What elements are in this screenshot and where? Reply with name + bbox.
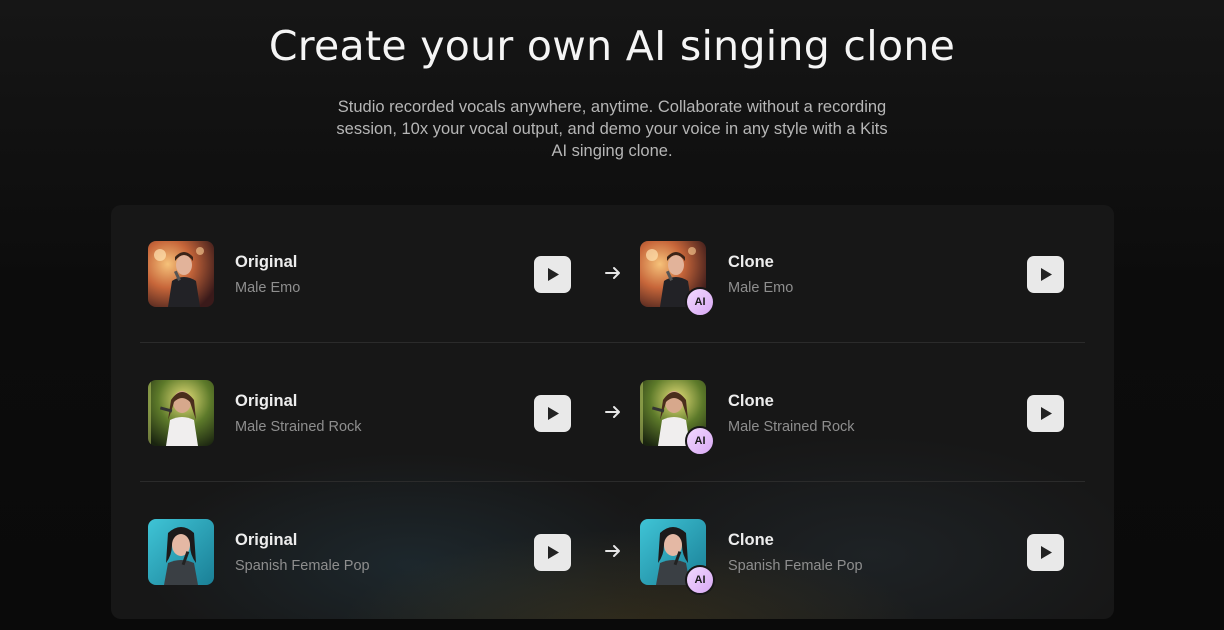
clone-title: Clone — [728, 253, 774, 271]
original-title: Original — [235, 392, 298, 410]
play-icon — [1041, 546, 1052, 559]
clone-play-button[interactable] — [1027, 534, 1064, 571]
comparison-row-spanish-female-pop: Original Spanish Female Pop AI Clone Spa… — [111, 483, 1114, 619]
clone-play-button[interactable] — [1027, 256, 1064, 293]
clone-title: Clone — [728, 531, 774, 549]
clone-style: Male Emo — [728, 280, 794, 296]
clone-title: Clone — [728, 392, 774, 410]
clone-style: Spanish Female Pop — [728, 558, 863, 574]
play-icon — [548, 407, 559, 420]
play-icon — [548, 268, 559, 281]
play-icon — [548, 546, 559, 559]
original-title: Original — [235, 253, 298, 271]
original-style: Male Strained Rock — [235, 419, 362, 435]
original-label: Original Male Emo — [235, 253, 300, 296]
original-style: Spanish Female Pop — [235, 558, 370, 574]
page: Create your own AI singing clone Studio … — [0, 0, 1224, 630]
row-divider — [140, 342, 1085, 343]
page-title: Create your own AI singing clone — [268, 22, 956, 70]
original-play-button[interactable] — [534, 395, 571, 432]
clone-label: Clone Spanish Female Pop — [728, 531, 863, 574]
original-thumbnail — [148, 380, 214, 446]
original-style: Male Emo — [235, 280, 301, 296]
ai-badge: AI — [685, 565, 715, 595]
row-divider — [140, 481, 1085, 482]
ai-badge: AI — [685, 426, 715, 456]
original-label: Original Male Strained Rock — [235, 392, 362, 435]
arrow-right-icon — [605, 545, 620, 557]
original-play-button[interactable] — [534, 256, 571, 293]
comparison-card: Original Male Emo AI Clone Male Emo Orig… — [111, 205, 1114, 619]
comparison-row-male-strained-rock: Original Male Strained Rock AI Clone Mal… — [111, 344, 1114, 482]
clone-label: Clone Male Strained Rock — [728, 392, 855, 435]
original-play-button[interactable] — [534, 534, 571, 571]
original-label: Original Spanish Female Pop — [235, 531, 370, 574]
clone-play-button[interactable] — [1027, 395, 1064, 432]
arrow-right-icon — [605, 406, 620, 418]
original-title: Original — [235, 531, 298, 549]
original-thumbnail — [148, 519, 214, 585]
page-subtitle: Studio recorded vocals anywhere, anytime… — [336, 98, 888, 160]
arrow-right-icon — [605, 267, 620, 279]
original-thumbnail — [148, 241, 214, 307]
play-icon — [1041, 407, 1052, 420]
ai-badge: AI — [685, 287, 715, 317]
comparison-row-male-emo: Original Male Emo AI Clone Male Emo — [111, 205, 1114, 343]
clone-style: Male Strained Rock — [728, 419, 855, 435]
clone-label: Clone Male Emo — [728, 253, 793, 296]
play-icon — [1041, 268, 1052, 281]
